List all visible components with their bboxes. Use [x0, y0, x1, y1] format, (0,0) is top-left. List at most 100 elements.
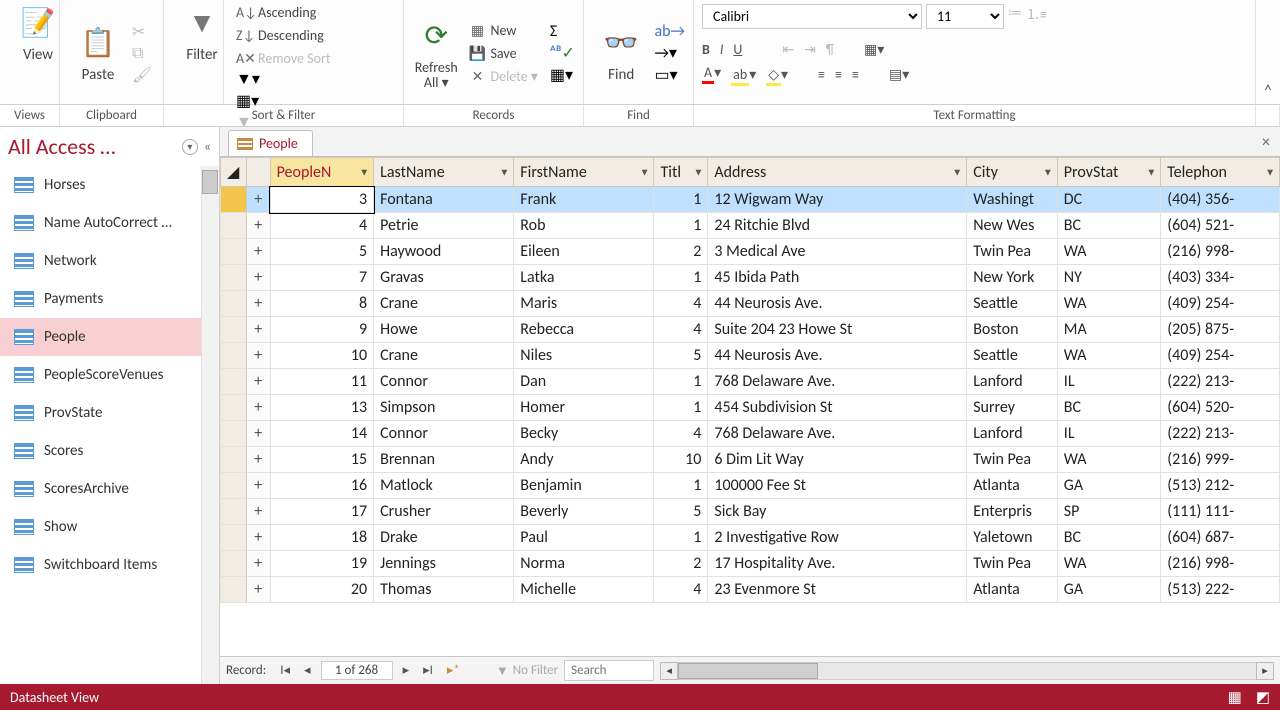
- bold-button[interactable]: B: [702, 41, 710, 58]
- cell-city[interactable]: Enterpris: [967, 499, 1058, 525]
- new-record-nav-button[interactable]: ▸*: [443, 663, 464, 678]
- selection-filter-icon[interactable]: ▼▾: [236, 69, 395, 89]
- cell-peoplen[interactable]: 19: [270, 551, 374, 577]
- cell-peoplen[interactable]: 7: [270, 265, 374, 291]
- cell-provstat[interactable]: WA: [1057, 447, 1161, 473]
- new-record-button[interactable]: ▦New: [464, 20, 541, 41]
- cell-lastname[interactable]: Crane: [374, 291, 514, 317]
- cell-lastname[interactable]: Simpson: [374, 395, 514, 421]
- cell-telephone[interactable]: (604) 687-: [1161, 525, 1280, 551]
- expand-row-button[interactable]: +: [246, 369, 270, 395]
- cell-city[interactable]: Twin Pea: [967, 239, 1058, 265]
- table-row[interactable]: +9HoweRebecca4Suite 204 23 Howe StBoston…: [221, 317, 1280, 343]
- cell-peoplen[interactable]: 18: [270, 525, 374, 551]
- cell-firstname[interactable]: Eileen: [514, 239, 654, 265]
- cell-title[interactable]: 1: [654, 525, 708, 551]
- cell-peoplen[interactable]: 16: [270, 473, 374, 499]
- nav-collapse-button[interactable]: «: [204, 138, 211, 155]
- column-header-peoplen[interactable]: PeopleN▼: [270, 158, 374, 187]
- goto-icon[interactable]: →▾: [654, 43, 685, 63]
- expand-row-button[interactable]: +: [246, 551, 270, 577]
- text-direction-icon[interactable]: ¶: [826, 41, 834, 58]
- record-counter[interactable]: 1 of 268: [321, 661, 393, 680]
- expand-row-button[interactable]: +: [246, 187, 270, 213]
- column-header-address[interactable]: Address▼: [708, 158, 967, 187]
- remove-sort-button[interactable]: A✕Remove Sort: [232, 48, 372, 69]
- cell-title[interactable]: 1: [654, 213, 708, 239]
- cell-telephone[interactable]: (205) 875-: [1161, 317, 1280, 343]
- fill-color-button[interactable]: ◇▾: [766, 66, 788, 83]
- cell-title[interactable]: 4: [654, 317, 708, 343]
- cell-firstname[interactable]: Norma: [514, 551, 654, 577]
- nav-scrollbar[interactable]: [201, 166, 219, 684]
- cell-provstat[interactable]: WA: [1057, 551, 1161, 577]
- cell-title[interactable]: 1: [654, 265, 708, 291]
- nav-item-peoplescorevenues[interactable]: PeopleScoreVenues: [0, 356, 219, 394]
- cell-city[interactable]: Yaletown: [967, 525, 1058, 551]
- cell-lastname[interactable]: Thomas: [374, 577, 514, 603]
- expand-row-button[interactable]: +: [246, 291, 270, 317]
- descending-button[interactable]: Z↓Descending: [232, 25, 372, 46]
- expand-row-button[interactable]: +: [246, 265, 270, 291]
- cell-title[interactable]: 2: [654, 239, 708, 265]
- cell-firstname[interactable]: Paul: [514, 525, 654, 551]
- select-icon[interactable]: ▭▾: [654, 65, 685, 85]
- cell-title[interactable]: 1: [654, 187, 708, 213]
- row-selector[interactable]: [221, 551, 247, 577]
- cell-provstat[interactable]: WA: [1057, 239, 1161, 265]
- cell-lastname[interactable]: Petrie: [374, 213, 514, 239]
- delete-button[interactable]: ✕Delete ▾: [464, 66, 541, 87]
- design-view-icon[interactable]: ◩: [1256, 688, 1270, 707]
- collapse-ribbon-button[interactable]: ˄: [1256, 0, 1280, 104]
- table-row[interactable]: +5HaywoodEileen23 Medical AveTwin PeaWA(…: [221, 239, 1280, 265]
- next-record-button[interactable]: ▸: [399, 663, 414, 678]
- table-row[interactable]: +4PetrieRob124 Ritchie BlvdNew WesBC(604…: [221, 213, 1280, 239]
- cell-provstat[interactable]: MA: [1057, 317, 1161, 343]
- cell-telephone[interactable]: (216) 999-: [1161, 447, 1280, 473]
- format-painter-icon[interactable]: 🖌: [132, 65, 152, 85]
- nav-item-people[interactable]: People: [0, 318, 219, 356]
- select-all-corner[interactable]: ◢: [221, 158, 247, 187]
- expand-row-button[interactable]: +: [246, 473, 270, 499]
- expand-row-button[interactable]: +: [246, 525, 270, 551]
- cell-lastname[interactable]: Connor: [374, 369, 514, 395]
- cell-provstat[interactable]: BC: [1057, 525, 1161, 551]
- save-button[interactable]: 💾Save: [464, 43, 541, 64]
- cell-lastname[interactable]: Crusher: [374, 499, 514, 525]
- numbering-icon[interactable]: ⒈≡: [1026, 4, 1047, 29]
- row-selector[interactable]: [221, 499, 247, 525]
- row-selector[interactable]: [221, 317, 247, 343]
- row-selector[interactable]: [221, 213, 247, 239]
- cell-title[interactable]: 4: [654, 421, 708, 447]
- column-header-provstat[interactable]: ProvStat▼: [1057, 158, 1161, 187]
- row-selector[interactable]: [221, 265, 247, 291]
- row-selector[interactable]: [221, 343, 247, 369]
- nav-item-switchboard-items[interactable]: Switchboard Items: [0, 546, 219, 584]
- row-selector[interactable]: [221, 577, 247, 603]
- cell-provstat[interactable]: WA: [1057, 343, 1161, 369]
- cell-lastname[interactable]: Crane: [374, 343, 514, 369]
- cell-address[interactable]: 44 Neurosis Ave.: [708, 291, 967, 317]
- cell-lastname[interactable]: Gravas: [374, 265, 514, 291]
- cell-telephone[interactable]: (513) 212-: [1161, 473, 1280, 499]
- decrease-indent-icon[interactable]: ⇤: [782, 41, 794, 58]
- cell-city[interactable]: Surrey: [967, 395, 1058, 421]
- gridlines-icon[interactable]: ▦▾: [864, 41, 884, 58]
- row-selector[interactable]: [221, 447, 247, 473]
- filter-indicator[interactable]: ▼No Filter: [496, 663, 558, 679]
- table-row[interactable]: +14ConnorBecky4768 Delaware Ave.LanfordI…: [221, 421, 1280, 447]
- search-input[interactable]: [564, 660, 654, 681]
- underline-button[interactable]: U: [733, 41, 742, 58]
- datasheet-grid[interactable]: ◢ PeopleN▼LastName▼FirstName▼Titl▼Addres…: [220, 157, 1280, 603]
- table-row[interactable]: +16MatlockBenjamin1100000 Fee StAtlantaG…: [221, 473, 1280, 499]
- expand-row-button[interactable]: +: [246, 499, 270, 525]
- cell-address[interactable]: 2 Investigative Row: [708, 525, 967, 551]
- cell-city[interactable]: Atlanta: [967, 577, 1058, 603]
- cell-firstname[interactable]: Dan: [514, 369, 654, 395]
- cell-address[interactable]: 3 Medical Ave: [708, 239, 967, 265]
- prev-record-button[interactable]: ◂: [300, 663, 315, 678]
- cell-firstname[interactable]: Beverly: [514, 499, 654, 525]
- tab-people[interactable]: People: [228, 130, 313, 156]
- cell-provstat[interactable]: BC: [1057, 213, 1161, 239]
- column-dropdown-icon[interactable]: ▼: [1265, 166, 1275, 179]
